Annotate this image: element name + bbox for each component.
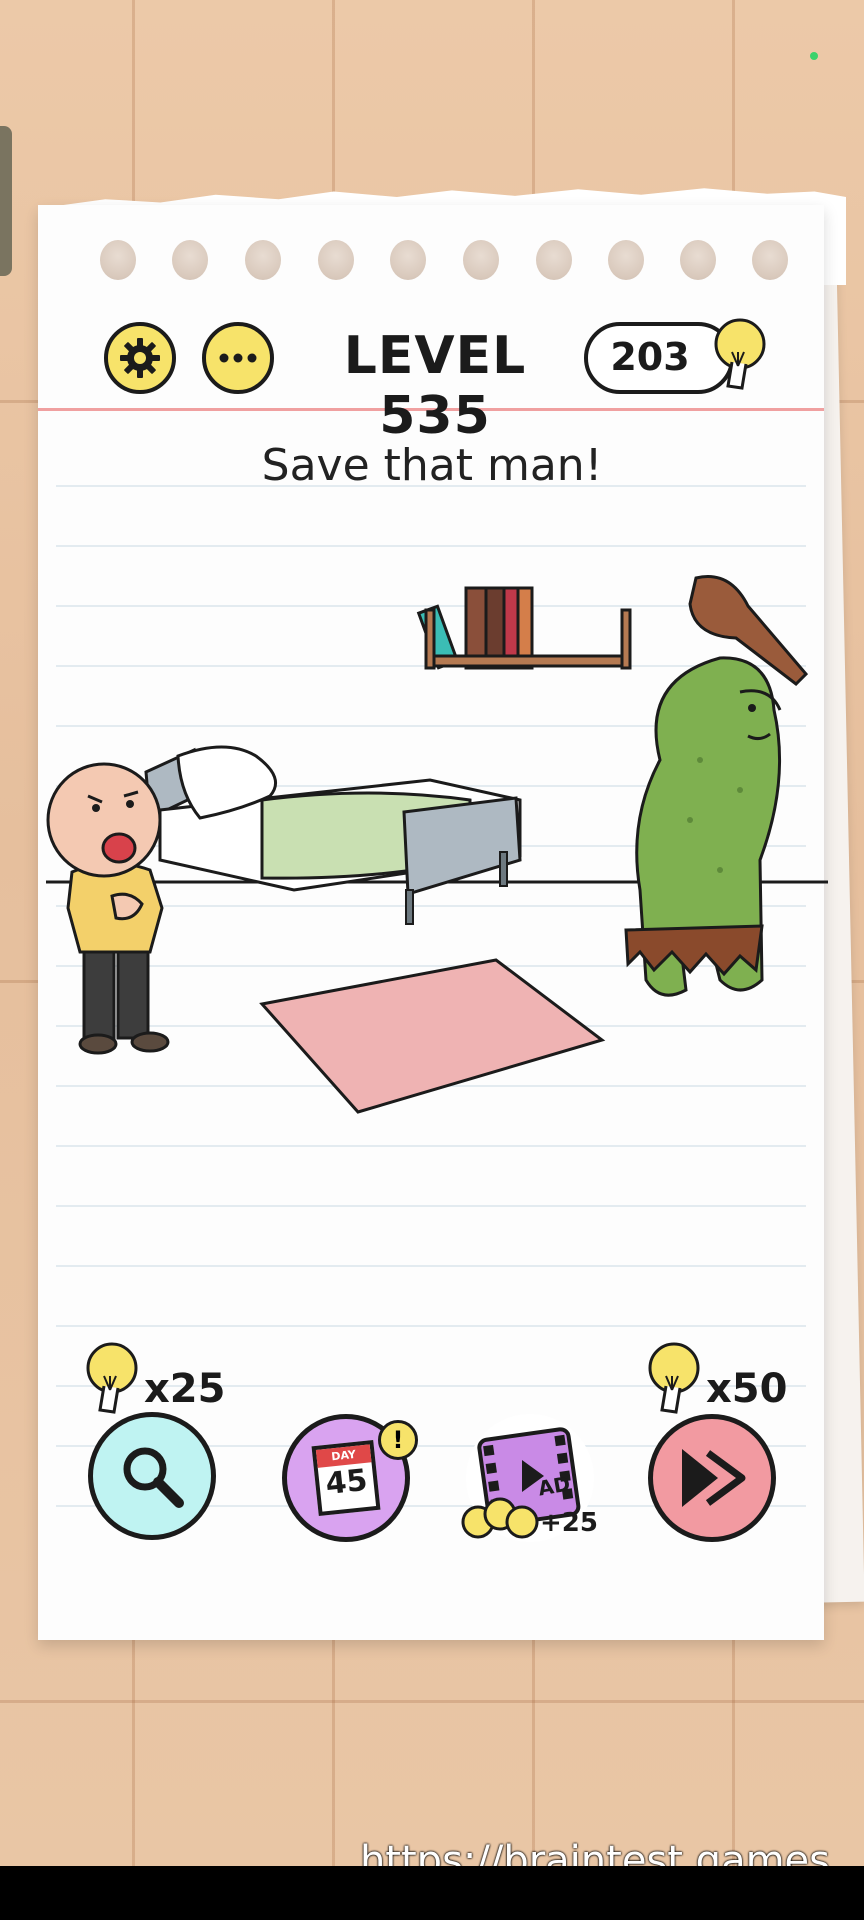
ad-reward: +25 bbox=[540, 1508, 598, 1538]
ellipsis-icon bbox=[219, 353, 257, 363]
punch-hole bbox=[100, 240, 136, 280]
hint-button[interactable] bbox=[88, 1412, 216, 1540]
settings-button[interactable] bbox=[104, 322, 176, 394]
hint-count-value: 203 bbox=[610, 335, 690, 379]
side-handle[interactable] bbox=[0, 126, 12, 276]
lightbulb-icon bbox=[86, 1342, 138, 1414]
green-troll[interactable] bbox=[624, 575, 809, 997]
lightbulb-icon bbox=[714, 318, 766, 390]
skip-level-button[interactable] bbox=[648, 1414, 776, 1542]
gear-icon bbox=[120, 338, 160, 378]
puzzle-prompt: Save that man! bbox=[261, 440, 603, 491]
lightbulb-icon bbox=[648, 1342, 700, 1414]
more-options-button[interactable] bbox=[202, 322, 274, 394]
fast-forward-icon bbox=[682, 1449, 746, 1507]
punch-hole bbox=[680, 240, 716, 280]
punch-hole bbox=[608, 240, 644, 280]
punch-hole bbox=[172, 240, 208, 280]
status-dot bbox=[810, 52, 818, 60]
punch-hole bbox=[536, 240, 572, 280]
bed[interactable] bbox=[144, 745, 522, 925]
rug[interactable] bbox=[259, 958, 606, 1114]
bottom-black-bar bbox=[0, 1866, 864, 1920]
calendar-icon: DAY 45 bbox=[311, 1439, 381, 1517]
punch-hole bbox=[318, 240, 354, 280]
level-title: LEVEL 535 bbox=[343, 326, 527, 446]
punch-hole bbox=[463, 240, 499, 280]
puzzle-scene bbox=[46, 575, 828, 1114]
hint-cost: x25 bbox=[144, 1366, 226, 1412]
bald-man[interactable] bbox=[46, 762, 170, 1055]
calendar-day-number: 45 bbox=[323, 1462, 370, 1503]
bookshelf[interactable] bbox=[416, 586, 632, 670]
reward-bulbs-icon bbox=[461, 1497, 539, 1539]
daily-alert-badge: ! bbox=[378, 1420, 418, 1460]
punch-hole bbox=[245, 240, 281, 280]
magnifier-icon bbox=[123, 1447, 184, 1508]
skip-cost: x50 bbox=[706, 1366, 788, 1412]
punch-hole bbox=[390, 240, 426, 280]
punch-hole bbox=[752, 240, 788, 280]
